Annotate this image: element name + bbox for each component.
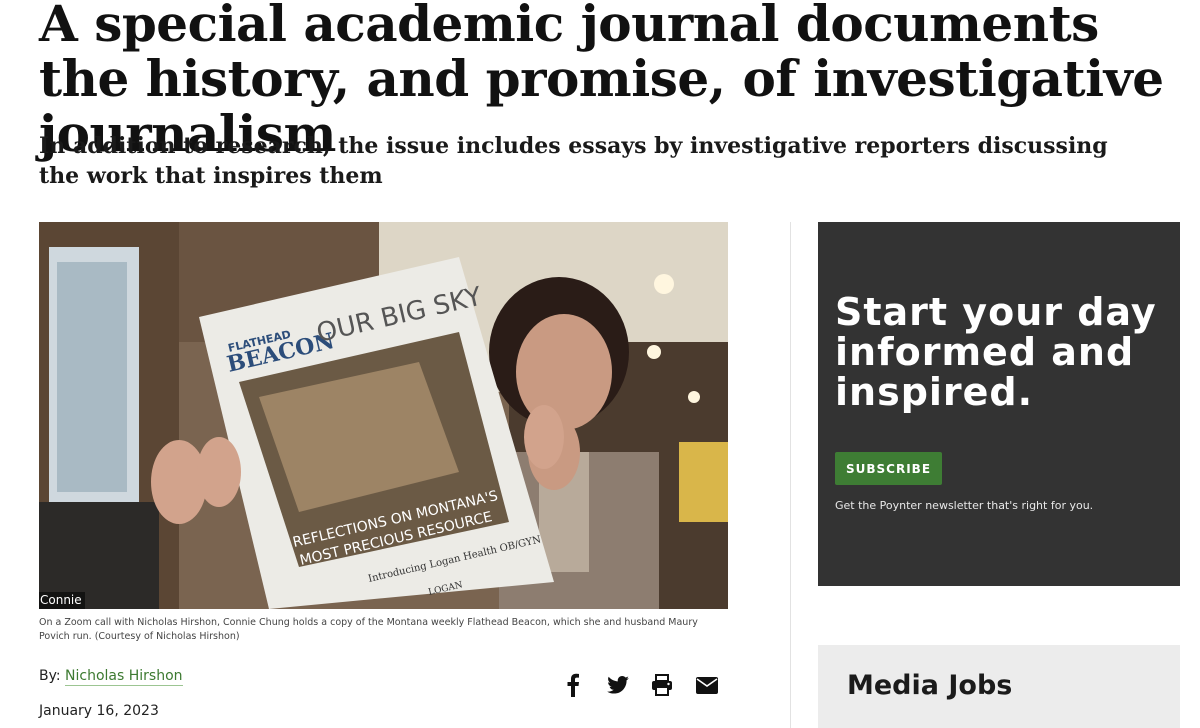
subscribe-button[interactable]: SUBSCRIBE [835,452,942,485]
facebook-icon[interactable] [560,672,586,698]
promo-note: Get the Poynter newsletter that's right … [835,499,1094,512]
publish-date: January 16, 2023 [39,703,159,719]
article-photo: FLATHEAD BEACON OUR BIG SKY REFLECTIONS … [39,222,728,609]
media-jobs-heading: Media Jobs [847,670,1013,701]
media-jobs-panel: Media Jobs [818,645,1180,728]
zoom-call-image: FLATHEAD BEACON OUR BIG SKY REFLECTIONS … [39,222,728,609]
newsletter-promo: Start your day informed and inspired. SU… [818,222,1180,586]
column-divider [790,222,791,728]
byline-prefix: By: [39,668,61,684]
promo-heading: Start your day informed and inspired. [835,290,1157,414]
author-link[interactable]: Nicholas Hirshon [65,668,183,686]
article-dek: In addition to research, the issue inclu… [39,133,1108,189]
zoom-participant-label: Connie [39,592,85,609]
share-bar [560,670,720,700]
byline: By: Nicholas Hirshon [39,668,183,686]
photo-caption: On a Zoom call with Nicholas Hirshon, Co… [39,617,698,642]
twitter-icon[interactable] [605,672,631,698]
email-icon[interactable] [694,672,720,698]
print-icon[interactable] [649,672,675,698]
